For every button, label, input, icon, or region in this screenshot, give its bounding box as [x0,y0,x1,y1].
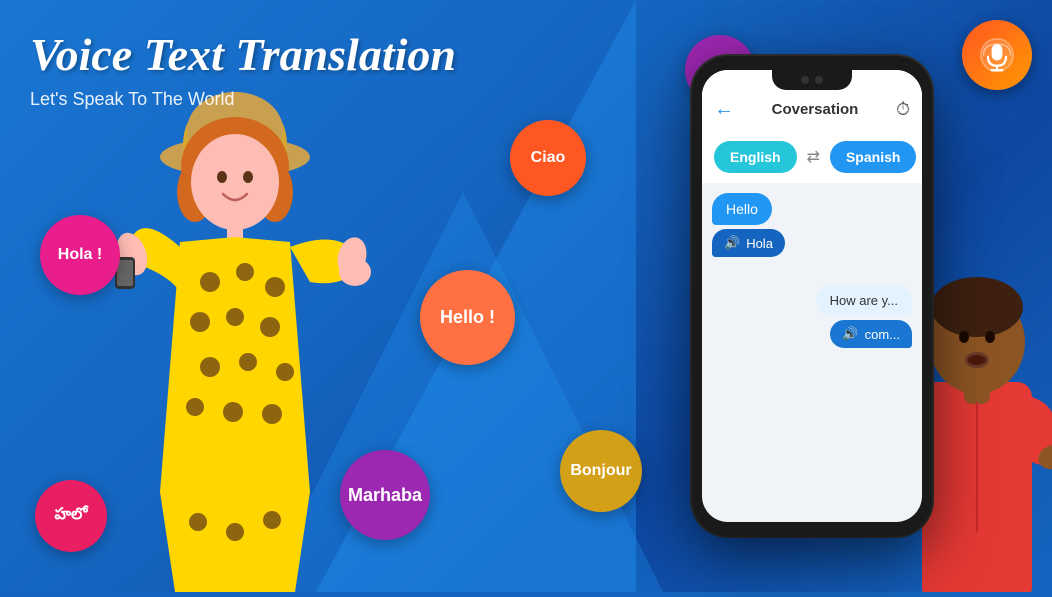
conversation-title: Coversation [772,101,859,118]
volume-icon-2[interactable]: 🔊 [842,326,858,342]
app-subtitle: Let's Speak To The World [30,89,456,110]
swap-icon[interactable]: ⇄ [807,147,820,167]
phone-notch [772,70,852,90]
history-button[interactable]: ⏱ [896,99,910,120]
bubble-hello: Hello ! [420,270,515,365]
translation-text-2: com... [865,327,900,342]
phone-screen: ← Coversation ⏱ English ⇄ Spanish Hello … [702,70,922,522]
spanish-lang-btn[interactable]: Spanish [830,141,916,173]
back-button[interactable]: ← [714,98,734,121]
chat-translation-hola: 🔊 Hola [712,229,785,257]
bubble-bonjour: Bonjour [560,430,642,512]
translation-text: Hola [746,236,773,251]
bubble-ciao: Ciao [510,120,586,196]
mic-button[interactable] [962,20,1032,90]
mic-icon [979,37,1015,73]
chat-translation-com: 🔊 com... [830,320,912,348]
phone-frame: ← Coversation ⏱ English ⇄ Spanish Hello … [692,56,932,536]
phone-container: ← Coversation ⏱ English ⇄ Spanish Hello … [692,56,932,536]
header-section: Voice Text Translation Let's Speak To Th… [30,30,456,110]
english-lang-btn[interactable]: English [714,141,797,173]
volume-icon[interactable]: 🔊 [724,235,740,251]
bubble-telugu: హలో [35,480,107,552]
chat-area: Hello 🔊 Hola How are y... 🔊 com... [702,183,922,522]
bubble-marhaba: Marhaba [340,450,430,540]
chat-message-how: How are y... [816,285,912,316]
bubble-hola: Hola ! [40,215,120,295]
chat-message-hello: Hello [712,193,772,225]
woman-figure [80,72,380,592]
app-title: Voice Text Translation [30,30,456,81]
lang-selector: English ⇄ Spanish [702,131,922,183]
